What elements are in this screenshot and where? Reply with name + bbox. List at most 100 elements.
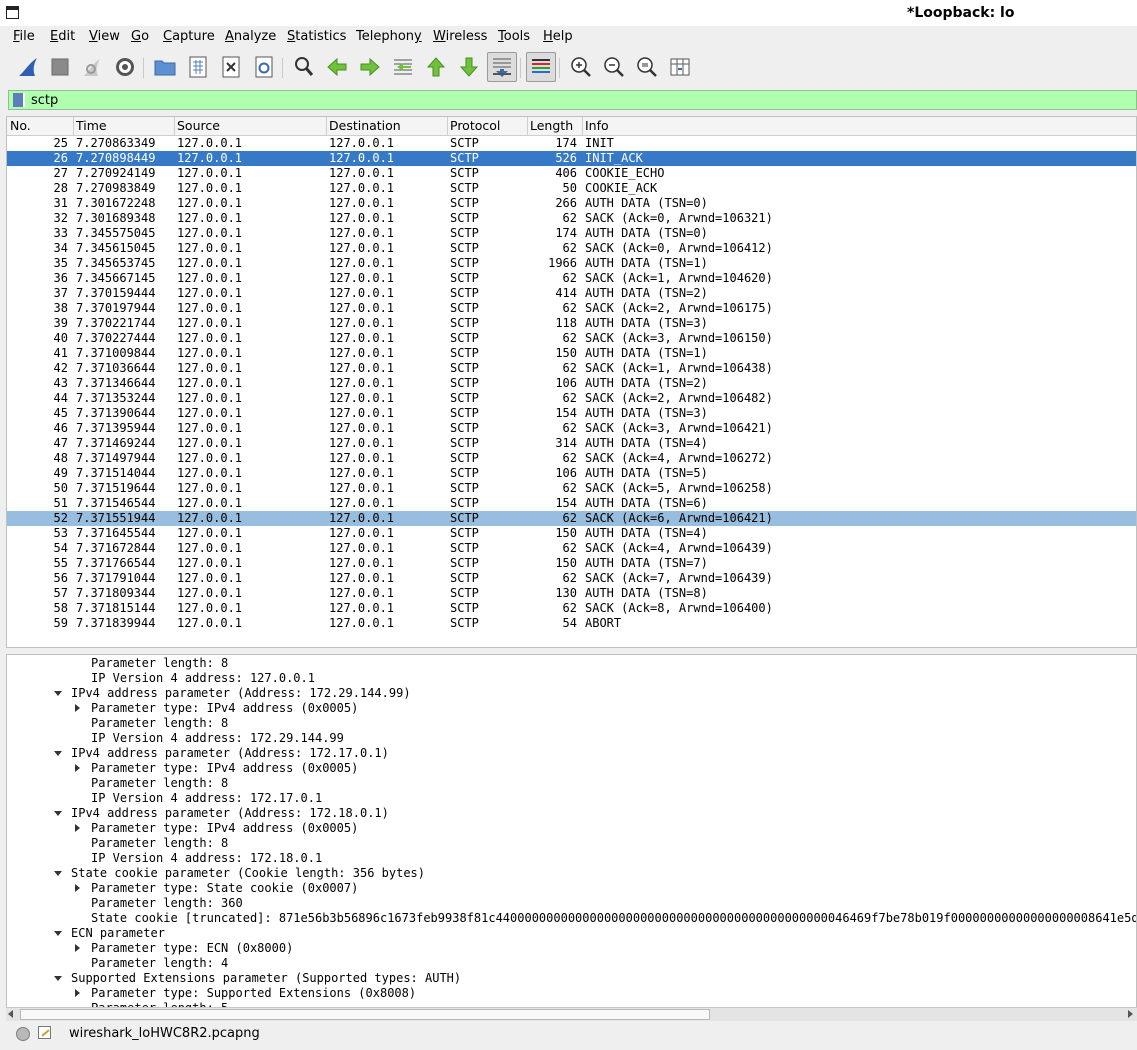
packet-row[interactable]: 36 7.345667145 127.0.0.1 127.0.0.1 SCTP 62 SAC… xyxy=(7,271,1136,286)
detail-tree-item[interactable]: Parameter length: 8 xyxy=(7,836,1136,851)
column-header-no[interactable]: No. xyxy=(10,118,31,133)
packet-row[interactable]: 38 7.370197944 127.0.0.1 127.0.0.1 SCTP 62 SAC… xyxy=(7,301,1136,316)
packet-row[interactable]: 53 7.371645544 127.0.0.1 127.0.0.1 SCTP 150 AU… xyxy=(7,526,1136,541)
menu-go[interactable]: Go xyxy=(131,29,149,44)
packet-row[interactable]: 34 7.345615045 127.0.0.1 127.0.0.1 SCTP 62 SAC… xyxy=(7,241,1136,256)
packet-row[interactable]: 47 7.371469244 127.0.0.1 127.0.0.1 SCTP 314 AU… xyxy=(7,436,1136,451)
column-resize-handle[interactable] xyxy=(582,117,583,135)
detail-tree-item[interactable]: IPv4 address parameter (Address: 172.17.… xyxy=(7,746,1136,761)
detail-tree-item[interactable]: IP Version 4 address: 172.18.0.1 xyxy=(7,851,1136,866)
capture-comment-icon[interactable] xyxy=(38,1026,51,1039)
packet-row[interactable]: 39 7.370221744 127.0.0.1 127.0.0.1 SCTP 118 AU… xyxy=(7,316,1136,331)
detail-tree-item[interactable]: Parameter length: 360 xyxy=(7,896,1136,911)
detail-tree-item[interactable]: Parameter length: 4 xyxy=(7,956,1136,971)
expand-arrow-icon[interactable] xyxy=(75,704,80,712)
zoom-out-button[interactable] xyxy=(599,52,629,82)
collapse-arrow-icon[interactable] xyxy=(54,751,62,756)
restart-capture-button[interactable] xyxy=(77,52,107,82)
collapse-arrow-icon[interactable] xyxy=(54,871,62,876)
detail-tree-item[interactable]: State cookie [truncated]: 871e56b3b56896… xyxy=(7,911,1136,926)
display-filter-bar[interactable]: sctp xyxy=(8,90,1137,110)
detail-tree-item[interactable]: IP Version 4 address: 172.17.0.1 xyxy=(7,791,1136,806)
menu-file[interactable]: File xyxy=(13,29,35,44)
go-forward-button[interactable] xyxy=(355,52,385,82)
autoscroll-button[interactable] xyxy=(487,52,517,82)
packet-row[interactable]: 42 7.371036644 127.0.0.1 127.0.0.1 SCTP 62 SAC… xyxy=(7,361,1136,376)
details-horizontal-scrollbar[interactable] xyxy=(6,1007,1137,1021)
packet-row[interactable]: 41 7.371009844 127.0.0.1 127.0.0.1 SCTP 150 AU… xyxy=(7,346,1136,361)
menu-analyze[interactable]: Analyze xyxy=(225,29,276,44)
find-packet-button[interactable] xyxy=(289,52,319,82)
last-packet-button[interactable] xyxy=(454,52,484,82)
detail-tree-item[interactable]: IPv4 address parameter (Address: 172.18.… xyxy=(7,806,1136,821)
detail-tree-item[interactable]: IP Version 4 address: 172.29.144.99 xyxy=(7,731,1136,746)
detail-tree-item[interactable]: Parameter length: 8 xyxy=(7,716,1136,731)
column-header-length[interactable]: Length xyxy=(530,118,573,133)
column-resize-handle[interactable] xyxy=(527,117,528,135)
packet-details-pane[interactable]: Parameter length: 8 IP Version 4 address:… xyxy=(6,654,1137,1008)
scroll-left-arrow-icon[interactable] xyxy=(8,1010,13,1018)
packet-row[interactable]: 50 7.371519644 127.0.0.1 127.0.0.1 SCTP 62 SAC… xyxy=(7,481,1136,496)
packet-list[interactable]: No. Time Source Destination Protocol Length In… xyxy=(6,116,1137,648)
detail-tree-item[interactable]: IPv4 address parameter (Address: 172.29.… xyxy=(7,686,1136,701)
column-resize-handle[interactable] xyxy=(326,117,327,135)
reload-file-button[interactable] xyxy=(249,52,279,82)
packet-row[interactable]: 40 7.370227444 127.0.0.1 127.0.0.1 SCTP 62 SAC… xyxy=(7,331,1136,346)
column-header-source[interactable]: Source xyxy=(177,118,220,133)
packet-row[interactable]: 31 7.301672248 127.0.0.1 127.0.0.1 SCTP 266 AU… xyxy=(7,196,1136,211)
packet-row[interactable]: 56 7.371791044 127.0.0.1 127.0.0.1 SCTP 62 SAC… xyxy=(7,571,1136,586)
packet-row[interactable]: 37 7.370159444 127.0.0.1 127.0.0.1 SCTP 414 AU… xyxy=(7,286,1136,301)
start-capture-button[interactable] xyxy=(13,52,43,82)
detail-tree-item[interactable]: Parameter type: IPv4 address (0x0005) xyxy=(7,821,1136,836)
detail-tree-item[interactable]: ECN parameter xyxy=(7,926,1136,941)
expand-arrow-icon[interactable] xyxy=(75,989,80,997)
go-back-button[interactable] xyxy=(322,52,352,82)
menu-wireless[interactable]: Wireless xyxy=(433,29,487,44)
packet-row[interactable]: 54 7.371672844 127.0.0.1 127.0.0.1 SCTP 62 SAC… xyxy=(7,541,1136,556)
packet-row[interactable]: 27 7.270924149 127.0.0.1 127.0.0.1 SCTP 406 CO… xyxy=(7,166,1136,181)
column-resize-handle[interactable] xyxy=(73,117,74,135)
packet-row[interactable]: 45 7.371390644 127.0.0.1 127.0.0.1 SCTP 154 AU… xyxy=(7,406,1136,421)
column-header-protocol[interactable]: Protocol xyxy=(450,118,500,133)
collapse-arrow-icon[interactable] xyxy=(54,691,62,696)
column-resize-handle[interactable] xyxy=(174,117,175,135)
packet-row[interactable]: 55 7.371766544 127.0.0.1 127.0.0.1 SCTP 150 AU… xyxy=(7,556,1136,571)
packet-row[interactable]: 49 7.371514044 127.0.0.1 127.0.0.1 SCTP 106 AU… xyxy=(7,466,1136,481)
menu-statistics[interactable]: Statistics xyxy=(287,29,346,44)
packet-row[interactable]: 35 7.345653745 127.0.0.1 127.0.0.1 SCTP 1966 A… xyxy=(7,256,1136,271)
detail-tree-item[interactable]: Parameter type: IPv4 address (0x0005) xyxy=(7,701,1136,716)
capture-options-button[interactable] xyxy=(110,52,140,82)
column-header-time[interactable]: Time xyxy=(76,118,107,133)
detail-tree-item[interactable]: Supported Extensions parameter (Supporte… xyxy=(7,971,1136,986)
collapse-arrow-icon[interactable] xyxy=(54,811,62,816)
window-menu-icon[interactable] xyxy=(6,6,19,19)
expand-arrow-icon[interactable] xyxy=(75,824,80,832)
menu-view[interactable]: View xyxy=(89,29,120,44)
packet-row[interactable]: 26 7.270898449 127.0.0.1 127.0.0.1 SCTP 526 IN… xyxy=(7,151,1136,166)
expand-arrow-icon[interactable] xyxy=(75,884,80,892)
colorize-button[interactable] xyxy=(526,52,556,82)
packet-row[interactable]: 48 7.371497944 127.0.0.1 127.0.0.1 SCTP 62 SAC… xyxy=(7,451,1136,466)
scroll-right-arrow-icon[interactable] xyxy=(1128,1010,1133,1018)
packet-row[interactable]: 44 7.371353244 127.0.0.1 127.0.0.1 SCTP 62 SAC… xyxy=(7,391,1136,406)
packet-row[interactable]: 52 7.371551944 127.0.0.1 127.0.0.1 SCTP 62 SAC… xyxy=(7,511,1136,526)
menu-capture[interactable]: Capture xyxy=(163,29,215,44)
column-header-destination[interactable]: Destination xyxy=(329,118,401,133)
packet-row[interactable]: 33 7.345575045 127.0.0.1 127.0.0.1 SCTP 174 AU… xyxy=(7,226,1136,241)
packet-row[interactable]: 58 7.371815144 127.0.0.1 127.0.0.1 SCTP 62 SAC… xyxy=(7,601,1136,616)
detail-tree-item[interactable]: Parameter length: 8 xyxy=(7,776,1136,791)
detail-tree-item[interactable]: Parameter type: Supported Extensions (0x… xyxy=(7,986,1136,1001)
first-packet-button[interactable] xyxy=(421,52,451,82)
open-file-button[interactable] xyxy=(150,52,180,82)
expert-info-status-icon[interactable] xyxy=(16,1027,30,1041)
menu-help[interactable]: Help xyxy=(543,29,573,44)
collapse-arrow-icon[interactable] xyxy=(54,931,62,936)
packet-row[interactable]: 43 7.371346644 127.0.0.1 127.0.0.1 SCTP 106 AU… xyxy=(7,376,1136,391)
detail-tree-item[interactable]: Parameter type: ECN (0x8000) xyxy=(7,941,1136,956)
resize-columns-button[interactable] xyxy=(665,52,695,82)
packet-row[interactable]: 28 7.270983849 127.0.0.1 127.0.0.1 SCTP 50 COO… xyxy=(7,181,1136,196)
packet-row[interactable]: 51 7.371546544 127.0.0.1 127.0.0.1 SCTP 154 AU… xyxy=(7,496,1136,511)
column-header-info[interactable]: Info xyxy=(585,118,609,133)
column-resize-handle[interactable] xyxy=(447,117,448,135)
zoom-in-button[interactable] xyxy=(566,52,596,82)
